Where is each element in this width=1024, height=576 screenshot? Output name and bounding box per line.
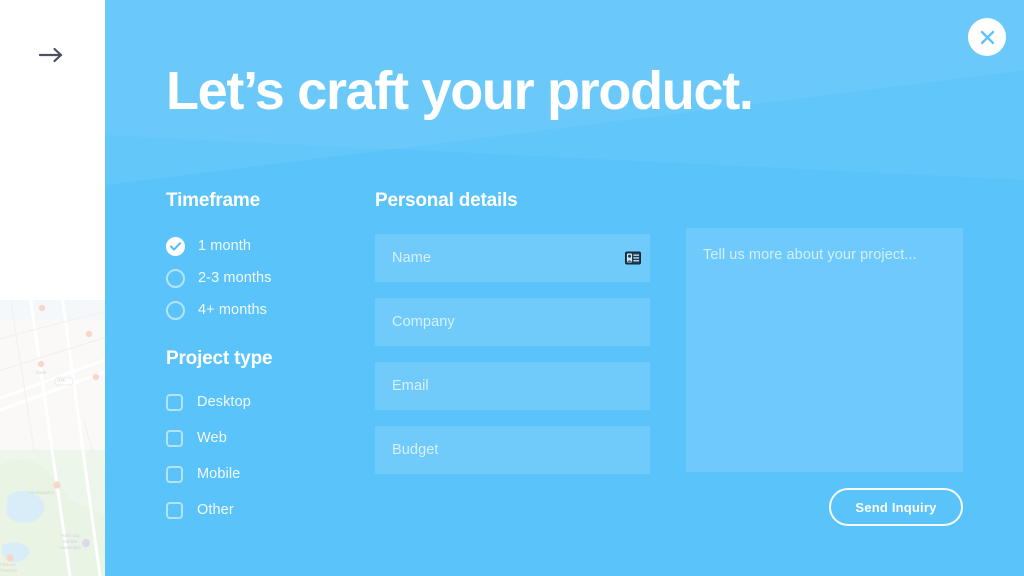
send-inquiry-label: Send Inquiry (855, 499, 937, 515)
checkbox-icon (166, 429, 183, 447)
left-sidebar: Zoek s106 Vondelpark3 Hotel City Garden … (0, 0, 105, 576)
project-message-placeholder: Tell us more about your project... (703, 247, 917, 263)
name-field-placeholder: Name (392, 250, 432, 266)
svg-text:Vondelpark3: Vondelpark3 (28, 490, 55, 496)
radio-option-2-3-months[interactable]: 2-3 months (166, 267, 366, 289)
svg-text:s106: s106 (57, 379, 65, 383)
checkbox-icon (166, 393, 183, 411)
project-type-section: Project type Desktop Web Mobile Other (166, 348, 366, 521)
radio-icon-selected (166, 236, 185, 256)
name-field[interactable]: Name (375, 234, 650, 282)
svg-text:t Blauwe: t Blauwe (0, 562, 17, 567)
checkbox-label: Other (197, 502, 234, 518)
checkbox-label: Desktop (197, 394, 251, 410)
budget-field[interactable]: Budget (375, 426, 650, 474)
svg-text:Hotel City: Hotel City (60, 533, 80, 538)
page-title: Let’s craft your product. (166, 61, 754, 121)
checkbox-option-web[interactable]: Web (166, 427, 366, 449)
radio-label: 4+ months (198, 302, 268, 318)
close-button[interactable] (968, 18, 1006, 56)
arrow-right-icon[interactable] (38, 44, 66, 66)
contact-card-icon[interactable] (625, 251, 641, 265)
checkbox-label: Mobile (197, 466, 241, 482)
svg-text:Amsterdam: Amsterdam (59, 545, 82, 550)
inquiry-panel: Let’s craft your product. Timeframe 1 mo… (105, 0, 1024, 576)
radio-option-1-month[interactable]: 1 month (166, 235, 366, 257)
checkbox-option-desktop[interactable]: Desktop (166, 391, 366, 413)
radio-label: 1 month (198, 238, 252, 254)
project-message-textarea[interactable]: Tell us more about your project... (686, 228, 963, 472)
close-icon (980, 30, 994, 44)
radio-icon (166, 300, 185, 320)
checkbox-icon (166, 501, 183, 519)
radio-icon (166, 268, 185, 288)
company-field[interactable]: Company (375, 298, 650, 346)
email-field-placeholder: Email (392, 378, 429, 394)
checkbox-option-mobile[interactable]: Mobile (166, 463, 366, 485)
send-inquiry-button[interactable]: Send Inquiry (829, 488, 963, 526)
svg-text:Zoek: Zoek (36, 370, 47, 375)
company-field-placeholder: Company (392, 314, 455, 330)
budget-field-placeholder: Budget (392, 442, 439, 458)
form-fields: Name Company Email Budget (375, 234, 650, 474)
timeframe-heading: Timeframe (166, 190, 260, 211)
project-type-heading: Project type (166, 348, 273, 369)
checkbox-icon (166, 465, 183, 483)
project-type-checkbox-group: Desktop Web Mobile Other (166, 391, 366, 521)
personal-details-column: Personal details Name Company Email Budg… (375, 190, 650, 490)
radio-option-4-plus-months[interactable]: 4+ months (166, 299, 366, 321)
email-field[interactable]: Email (375, 362, 650, 410)
timeframe-radio-group: 1 month 2-3 months 4+ months (166, 235, 366, 321)
options-column: Timeframe 1 month 2-3 months 4+ months P… (166, 190, 366, 535)
checkbox-option-other[interactable]: Other (166, 499, 366, 521)
personal-details-heading: Personal details (375, 190, 518, 211)
radio-label: 2-3 months (198, 270, 272, 286)
map-preview: Zoek s106 Vondelpark3 Hotel City Garden … (0, 300, 105, 576)
checkbox-label: Web (197, 430, 227, 446)
svg-text:Theehuis: Theehuis (0, 568, 17, 573)
svg-text:Garden: Garden (63, 539, 78, 544)
